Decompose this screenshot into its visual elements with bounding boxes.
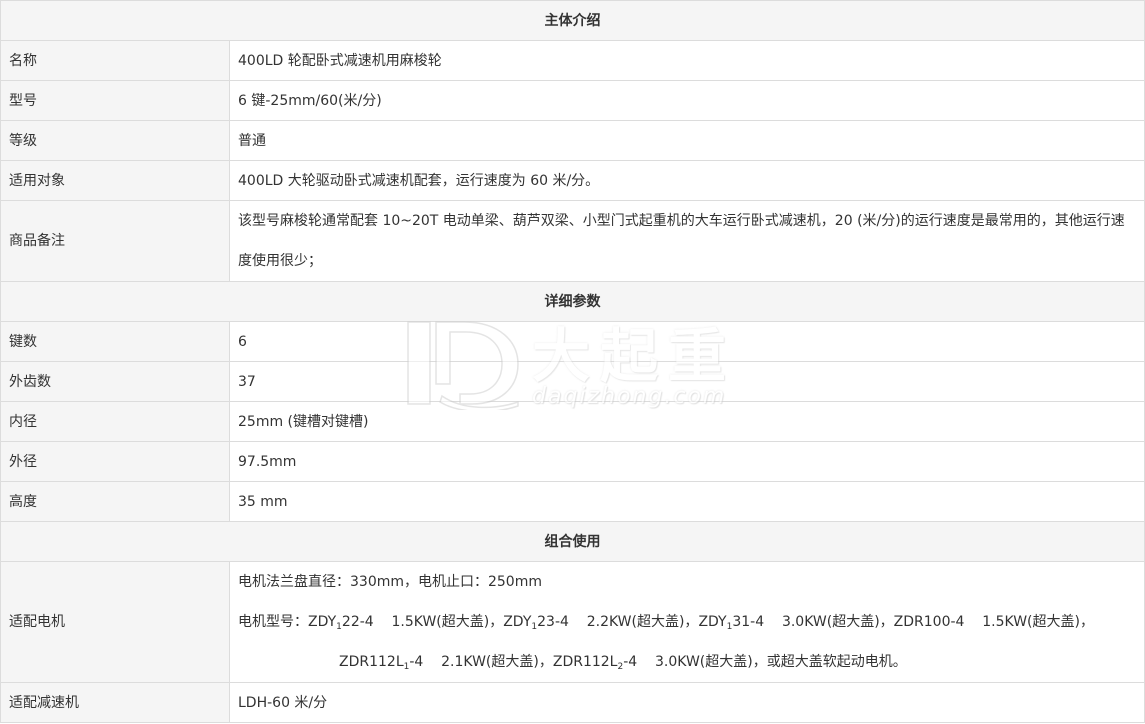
motor-model-4-spec: 1.5KW(超大盖)，	[982, 614, 1094, 630]
table-row: 适用对象 400LD 大轮驱动卧式减速机配套，运行速度为 60 米/分。	[0, 160, 1145, 201]
motor-model-2-suffix: 23-4	[537, 614, 569, 630]
table-row: 键数 6	[0, 321, 1145, 362]
label-applicable: 适用对象	[0, 160, 230, 201]
label-keys: 键数	[0, 321, 230, 362]
motor-models-line-2: ZDR112L1-4 2.1KW(超大盖)，ZDR112L2-4 3.0KW(超…	[238, 642, 1136, 682]
motor-model-4: ZDR100-4	[893, 614, 965, 630]
table-row: 适配减速机 LDH-60 米/分	[0, 682, 1145, 723]
value-name: 400LD 轮配卧式减速机用麻梭轮	[229, 40, 1145, 81]
motor-model-5-spec: 2.1KW(超大盖)，	[441, 654, 553, 670]
value-motor: 电机法兰盘直径：330mm，电机止口：250mm 电机型号：ZDY122-4 1…	[229, 561, 1145, 683]
table-row: 适配电机 电机法兰盘直径：330mm，电机止口：250mm 电机型号：ZDY12…	[0, 561, 1145, 683]
label-model: 型号	[0, 80, 230, 121]
motor-model-1-spec: 1.5KW(超大盖)，	[391, 614, 504, 630]
motor-models-prefix: 电机型号：	[238, 614, 308, 630]
motor-flange-line: 电机法兰盘直径：330mm，电机止口：250mm	[238, 574, 542, 590]
section-row: 详细参数	[0, 281, 1145, 322]
motor-model-6: ZDR112L	[552, 654, 618, 670]
value-model: 6 键-25mm/60(米/分)	[229, 80, 1145, 121]
section-combo: 组合使用	[0, 521, 1145, 562]
table-row: 内径 25mm (键槽对键槽)	[0, 401, 1145, 442]
table-row: 高度 35 mm	[0, 481, 1145, 522]
label-teeth: 外齿数	[0, 361, 230, 402]
value-grade: 普通	[229, 120, 1145, 161]
section-row: 组合使用	[0, 521, 1145, 562]
motor-model-1: ZDY	[308, 614, 337, 630]
label-reducer: 适配减速机	[0, 682, 230, 723]
label-remark: 商品备注	[0, 200, 230, 282]
motor-model-5: ZDR112L	[339, 654, 404, 670]
value-teeth: 37	[229, 361, 1145, 402]
table-row: 等级 普通	[0, 120, 1145, 161]
table-row: 商品备注 该型号麻梭轮通常配套 10~20T 电动单梁、葫芦双梁、小型门式起重机…	[0, 200, 1145, 282]
section-intro: 主体介绍	[0, 0, 1145, 41]
value-remark: 该型号麻梭轮通常配套 10~20T 电动单梁、葫芦双梁、小型门式起重机的大车运行…	[229, 200, 1145, 282]
value-outer: 97.5mm	[229, 441, 1145, 482]
section-row: 主体介绍	[0, 0, 1145, 41]
label-grade: 等级	[0, 120, 230, 161]
motor-models-line: 电机型号：ZDY122-4 1.5KW(超大盖)，ZDY123-4 2.2KW(…	[238, 602, 1136, 642]
value-height: 35 mm	[229, 481, 1145, 522]
motor-model-3: ZDY	[698, 614, 727, 630]
label-height: 高度	[0, 481, 230, 522]
motor-model-1-suffix: 22-4	[341, 614, 374, 630]
label-inner: 内径	[0, 401, 230, 442]
spec-table: 主体介绍 名称 400LD 轮配卧式减速机用麻梭轮 型号 6 键-25mm/60…	[0, 0, 1145, 723]
value-keys: 6	[229, 321, 1145, 362]
motor-model-2: ZDY	[503, 614, 532, 630]
value-inner: 25mm (键槽对键槽)	[229, 401, 1145, 442]
label-name: 名称	[0, 40, 230, 81]
value-applicable: 400LD 大轮驱动卧式减速机配套，运行速度为 60 米/分。	[229, 160, 1145, 201]
table-row: 外齿数 37	[0, 361, 1145, 402]
table-row: 外径 97.5mm	[0, 441, 1145, 482]
table-row: 名称 400LD 轮配卧式减速机用麻梭轮	[0, 40, 1145, 81]
motor-model-2-spec: 2.2KW(超大盖)，	[586, 614, 699, 630]
section-params: 详细参数	[0, 281, 1145, 322]
label-motor: 适配电机	[0, 561, 230, 683]
motor-model-3-suffix: 31-4	[732, 614, 765, 630]
motor-model-5-suffix: -4	[409, 654, 424, 670]
value-reducer: LDH-60 米/分	[229, 682, 1145, 723]
motor-model-6-suffix: -4	[623, 654, 638, 670]
motor-model-6-spec: 3.0KW(超大盖)，或超大盖软起动电机。	[655, 654, 907, 670]
table-row: 型号 6 键-25mm/60(米/分)	[0, 80, 1145, 121]
motor-model-3-spec: 3.0KW(超大盖)，	[781, 614, 894, 630]
label-outer: 外径	[0, 441, 230, 482]
